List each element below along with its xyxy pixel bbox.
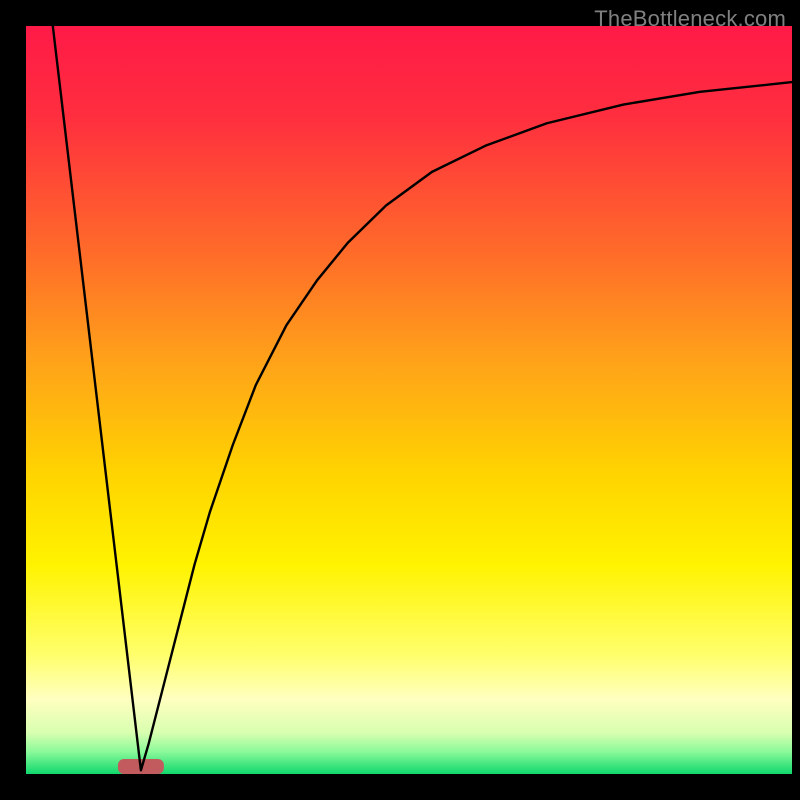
plot-background: [26, 26, 792, 774]
chart-container: TheBottleneck.com: [0, 0, 800, 800]
watermark-text: TheBottleneck.com: [594, 6, 786, 32]
bottleneck-chart: [0, 0, 800, 800]
